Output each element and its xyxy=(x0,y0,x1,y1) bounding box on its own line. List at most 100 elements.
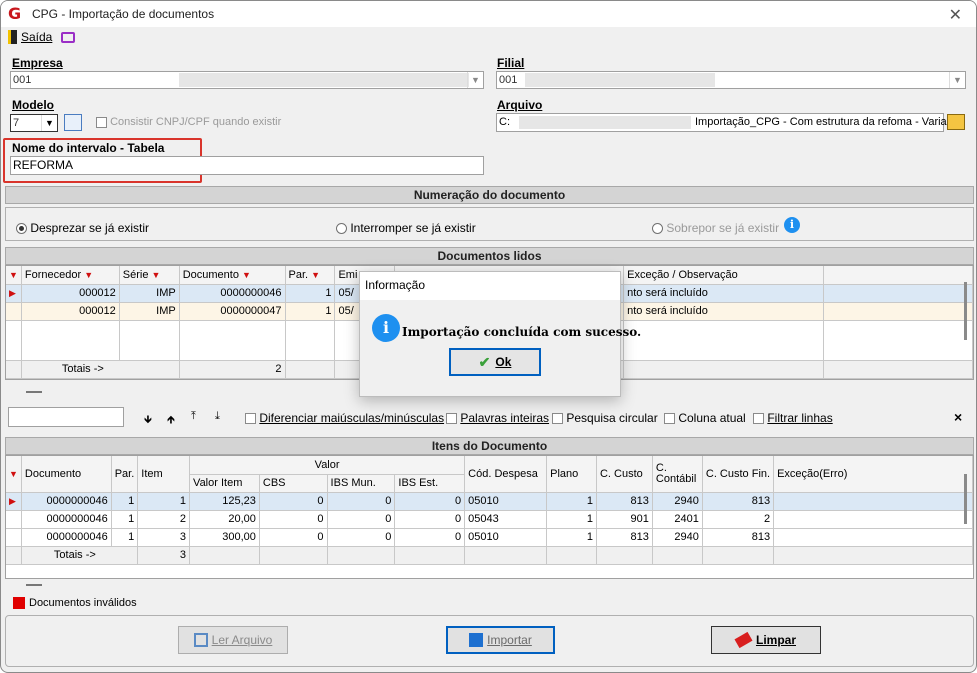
option-circular[interactable]: Pesquisa circular xyxy=(552,411,658,425)
col-excecao[interactable]: Exceção(Erro) xyxy=(773,456,973,493)
close-icon[interactable]: ✕ xyxy=(949,5,962,25)
col-item[interactable]: Item xyxy=(137,456,191,493)
radio-dot[interactable] xyxy=(336,223,347,235)
option-whole-words[interactable]: Palavras inteiras xyxy=(446,411,549,425)
splitter-handle[interactable] xyxy=(26,584,42,586)
dialog-message: Importação concluída com sucesso. xyxy=(402,325,642,339)
itens-table: ▼ Documento Par. Item Valor Cód. Despesa… xyxy=(6,456,973,565)
col-documento[interactable]: Documento xyxy=(21,456,112,493)
table-header-row: ▼ Documento Par. Item Valor Cód. Despesa… xyxy=(6,456,973,493)
vertical-scrollbar[interactable] xyxy=(964,282,967,340)
close-search-icon[interactable]: × xyxy=(954,409,962,425)
exit-icon[interactable] xyxy=(8,30,17,44)
table-row[interactable]: 0000000046 1 2 20,00 0 0 0 05043 1 901 2… xyxy=(6,510,973,529)
col-c-custo-fin[interactable]: C. Custo Fin. xyxy=(702,456,775,493)
import-icon xyxy=(469,633,484,647)
app-logo-icon: G xyxy=(8,4,22,23)
info-icon[interactable]: i xyxy=(784,217,800,233)
radio-dot[interactable] xyxy=(652,223,663,235)
radio-sobrepor[interactable]: Sobrepor se já existir xyxy=(652,221,779,235)
sort-indicator-icon: ▼ xyxy=(9,468,18,479)
modelo-label: Modelo xyxy=(12,98,54,112)
col-par[interactable]: Par. ▼ xyxy=(285,266,336,285)
exit-button[interactable]: Saída xyxy=(21,30,52,44)
monitor-icon[interactable] xyxy=(61,31,76,43)
intervalo-label: Nome do intervalo - Tabela xyxy=(12,141,165,155)
filial-select[interactable]: 001 ▼ xyxy=(496,71,966,89)
chevron-down-icon[interactable]: ▼ xyxy=(41,115,57,131)
redacted-area xyxy=(525,73,715,87)
option-case-sensitive[interactable]: Diferenciar maiúsculas/minúsculas xyxy=(245,411,444,425)
modelo-select[interactable]: 7 ▼ xyxy=(10,114,58,132)
redacted-area xyxy=(519,116,691,129)
col-c-custo[interactable]: C. Custo xyxy=(596,456,653,493)
edit-grid-icon[interactable] xyxy=(64,114,82,131)
arrow-down-icon[interactable]: 🡻 xyxy=(144,411,152,430)
radio-desprezar[interactable]: Desprezar se já existir xyxy=(16,221,149,235)
importar-button[interactable]: Importar xyxy=(446,626,555,654)
toolbar: Saída xyxy=(1,27,976,47)
copy-icon xyxy=(193,633,208,647)
arquivo-field[interactable]: C: Importação_CPG - Com estrutura da ref… xyxy=(496,113,947,132)
arrow-last-icon[interactable]: ⤓ xyxy=(215,410,220,423)
vertical-scrollbar[interactable] xyxy=(964,474,967,524)
col-par[interactable]: Par. xyxy=(111,456,139,493)
splitter-handle[interactable] xyxy=(26,391,42,393)
option-filter-lines[interactable]: Filtrar linhas xyxy=(753,411,833,425)
radio-dot[interactable] xyxy=(16,223,27,235)
folder-open-icon[interactable] xyxy=(947,114,965,130)
col-observacao[interactable]: Exceção / Observação xyxy=(623,266,824,285)
consistir-checkbox-box[interactable] xyxy=(96,116,107,128)
eraser-icon xyxy=(734,631,753,649)
filter-icon[interactable]: ▼ xyxy=(311,270,320,280)
filial-label: Filial xyxy=(497,56,525,70)
itens-header: Itens do Documento xyxy=(5,437,974,455)
col-ibs-est[interactable]: IBS Est. xyxy=(394,474,466,493)
col-c-contabil[interactable]: C. Contábil xyxy=(652,456,703,493)
checkmark-icon: ✔ xyxy=(478,353,491,370)
col-valor-item[interactable]: Valor Item xyxy=(189,474,260,493)
chevron-down-icon[interactable]: ▼ xyxy=(949,72,965,88)
ok-button[interactable]: ✔ Ok xyxy=(449,348,541,376)
option-current-column[interactable]: Coluna atual xyxy=(664,411,746,425)
numeracao-group: Desprezar se já existir Interromper se j… xyxy=(5,207,974,241)
col-serie[interactable]: Série ▼ xyxy=(119,266,180,285)
arrow-up-icon[interactable]: 🡹 xyxy=(167,411,175,430)
main-window: G CPG - Importação de documentos ✕ Saída… xyxy=(0,0,977,673)
sort-indicator-icon: ▼ xyxy=(9,269,18,280)
invalid-color-swatch xyxy=(13,597,25,609)
empresa-label: Empresa xyxy=(12,56,63,70)
empresa-select[interactable]: 001 ▼ xyxy=(10,71,484,89)
arrow-first-icon[interactable]: ⤒ xyxy=(191,410,196,423)
col-fornecedor[interactable]: Fornecedor ▼ xyxy=(21,266,120,285)
col-cod-despesa[interactable]: Cód. Despesa xyxy=(464,456,548,493)
table-row[interactable]: ▶ 0000000046 1 1 125,23 0 0 0 05010 1 81… xyxy=(6,492,973,511)
col-documento[interactable]: Documento ▼ xyxy=(179,266,286,285)
chevron-down-icon[interactable]: ▼ xyxy=(467,72,483,88)
radio-interromper[interactable]: Interromper se já existir xyxy=(336,221,476,235)
redacted-area xyxy=(179,73,469,87)
totals-row: Totais -> 3 xyxy=(6,546,973,565)
filter-icon[interactable]: ▼ xyxy=(242,270,251,280)
itens-grid[interactable]: ▼ Documento Par. Item Valor Cód. Despesa… xyxy=(5,455,974,579)
ler-arquivo-button[interactable]: Ler Arquivo xyxy=(178,626,288,654)
consistir-checkbox[interactable]: Consistir CNPJ/CPF quando existir xyxy=(96,116,281,128)
info-dialog: Informação i Importação concluída com su… xyxy=(359,271,641,397)
intervalo-input[interactable]: REFORMA xyxy=(10,156,484,175)
numeracao-header: Numeração do documento xyxy=(5,186,974,204)
col-plano[interactable]: Plano xyxy=(546,456,597,493)
search-input[interactable] xyxy=(8,407,124,427)
row-pointer-icon: ▶ xyxy=(9,288,16,298)
row-pointer-icon: ▶ xyxy=(9,496,16,506)
col-cbs[interactable]: CBS xyxy=(259,474,328,493)
title-bar: G CPG - Importação de documentos ✕ xyxy=(1,1,976,27)
limpar-button[interactable]: Limpar xyxy=(711,626,821,654)
table-row[interactable]: 0000000046 1 3 300,00 0 0 0 05010 1 813 … xyxy=(6,528,973,547)
filter-icon[interactable]: ▼ xyxy=(152,270,161,280)
dialog-title: Informação xyxy=(360,272,620,300)
col-group-valor: Valor xyxy=(189,456,466,475)
invalid-legend-label: Documentos inválidos xyxy=(29,597,137,609)
window-title: CPG - Importação de documentos xyxy=(32,7,215,21)
col-ibs-mun[interactable]: IBS Mun. xyxy=(327,474,396,493)
filter-icon[interactable]: ▼ xyxy=(84,270,93,280)
